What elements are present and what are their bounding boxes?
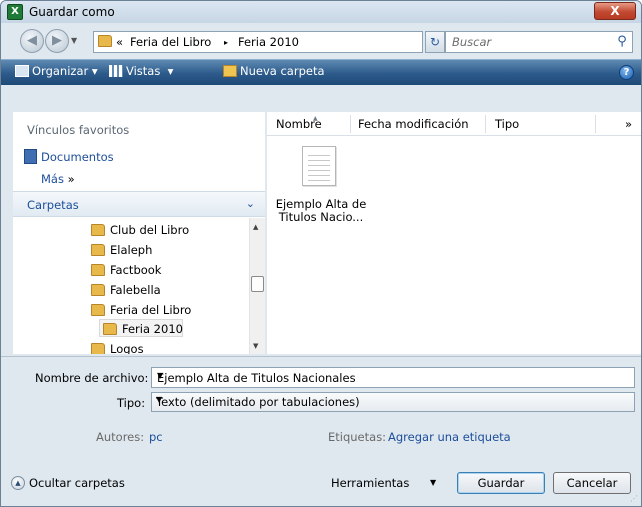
tree-item-label: Feria 2010	[122, 322, 183, 336]
address-bar[interactable]: « Feria del Libro ▸ Feria 2010 ▼	[93, 31, 498, 53]
folder-icon	[91, 224, 105, 236]
folders-header[interactable]: Carpetas ⌄	[13, 191, 265, 217]
command-toolbar: Organizar ▾ Vistas ▾ Nueva carpeta ?	[1, 59, 641, 85]
breadcrumb-item[interactable]: Feria del Libro	[130, 35, 211, 49]
folders-title: Carpetas	[27, 198, 79, 212]
close-button[interactable]: X	[594, 2, 636, 20]
organize-label: Organizar	[32, 64, 89, 78]
new-folder-button[interactable]: Nueva carpeta	[223, 64, 325, 78]
folder-tree: Club del Libro Elaleph Factbook Falebell…	[13, 218, 249, 354]
favorites-item-documents[interactable]: Documentos	[41, 150, 114, 164]
folder-icon	[91, 244, 105, 256]
chevron-down-icon[interactable]: ▼	[156, 395, 630, 404]
save-as-dialog: X Guardar como X ◀ ▶ ▼ « Feria del Libro…	[0, 0, 642, 507]
scroll-down-icon[interactable]: ▼	[253, 342, 258, 350]
file-item[interactable]: Ejemplo Alta de Titulos Nacio...	[271, 198, 371, 224]
favorites-title: Vínculos favoritos	[27, 123, 130, 137]
forward-button[interactable]: ▶	[45, 29, 69, 53]
address-row: ◀ ▶ ▼ « Feria del Libro ▸ Feria 2010 ▼ ↻…	[1, 23, 641, 59]
column-modified[interactable]: Fecha modificación	[358, 117, 469, 131]
resize-grip[interactable]: ⋰	[630, 494, 638, 503]
chevron-down-icon[interactable]: ⌄	[246, 197, 255, 210]
new-folder-icon	[223, 65, 237, 77]
organize-button[interactable]: Organizar ▾	[15, 64, 98, 78]
column-divider[interactable]	[350, 115, 351, 133]
title-bar: X Guardar como X	[1, 1, 641, 23]
window-title: Guardar como	[29, 5, 115, 19]
folder-icon	[98, 35, 112, 47]
folder-icon	[91, 343, 105, 354]
refresh-button[interactable]: ↻	[425, 31, 445, 53]
type-label: Tipo:	[117, 396, 146, 410]
favorites-more-link[interactable]: Más »	[41, 172, 75, 186]
favorites-more-suffix: »	[67, 172, 75, 186]
views-button[interactable]: Vistas ▾	[109, 64, 173, 78]
tools-menu[interactable]: Herramientas	[331, 476, 409, 490]
chevron-down-icon[interactable]: ▼	[430, 478, 436, 487]
breadcrumb-overflow[interactable]: «	[116, 35, 123, 49]
folder-icon	[91, 284, 105, 296]
favorites-more-label: Más	[41, 172, 64, 186]
column-headers: ▲ Nombre Fecha modificación Tipo »	[267, 112, 641, 136]
new-folder-label: Nueva carpeta	[240, 64, 325, 78]
folder-icon	[91, 304, 105, 316]
folder-icon	[103, 323, 117, 335]
breadcrumb-separator[interactable]: ▸	[224, 38, 228, 47]
save-button[interactable]: Guardar	[457, 472, 545, 494]
sort-arrow-icon: ▲	[313, 115, 318, 122]
scrollbar-thumb[interactable]	[251, 276, 264, 292]
tree-item-label: Elaleph	[110, 243, 153, 257]
tree-item-label: Factbook	[110, 263, 162, 277]
column-name[interactable]: ▲ Nombre	[276, 115, 322, 131]
help-icon[interactable]: ?	[619, 65, 634, 80]
tree-item-feria-2010[interactable]: Feria 2010	[99, 319, 183, 337]
column-divider[interactable]	[485, 115, 486, 133]
file-name-line2: Titulos Nacio...	[278, 210, 364, 224]
filename-field[interactable]: Ejemplo Alta de Titulos Nacionales ▼	[151, 367, 635, 388]
hide-folders-button[interactable]: Ocultar carpetas	[29, 476, 125, 490]
column-type[interactable]: Tipo	[495, 117, 519, 131]
tree-item-label: Logos	[110, 342, 144, 354]
documents-icon	[24, 149, 37, 164]
breadcrumb-item[interactable]: Feria 2010	[238, 35, 299, 49]
tree-item-label: Falebella	[110, 283, 161, 297]
file-type-select[interactable]: Texto (delimitado por tabulaciones) ▼	[151, 392, 635, 412]
tree-item-label: Club del Libro	[110, 223, 190, 237]
tags-field[interactable]: Agregar una etiqueta	[388, 430, 511, 444]
text-file-icon[interactable]	[302, 146, 336, 186]
cancel-button[interactable]: Cancelar	[553, 472, 631, 494]
authors-label: Autores:	[96, 430, 145, 444]
column-divider[interactable]	[595, 115, 596, 133]
filename-label: Nombre de archivo:	[35, 371, 149, 385]
back-button[interactable]: ◀	[20, 29, 44, 53]
collapse-icon[interactable]: ▲	[11, 476, 25, 490]
views-icon	[109, 65, 123, 77]
more-columns-icon[interactable]: »	[625, 117, 632, 131]
tags-label: Etiquetas:	[328, 430, 387, 444]
excel-icon: X	[7, 4, 23, 20]
folder-icon	[91, 264, 105, 276]
chevron-down-icon[interactable]: ▼	[157, 371, 630, 380]
organize-icon	[15, 65, 29, 77]
search-icon[interactable]: ⚲	[614, 34, 630, 50]
search-input[interactable]: Buscar ⚲	[445, 31, 633, 53]
authors-field[interactable]: pc	[149, 430, 163, 444]
views-label: Vistas	[126, 64, 161, 78]
search-placeholder: Buscar	[452, 35, 492, 49]
recent-pages-dropdown[interactable]: ▼	[71, 36, 77, 45]
tree-scrollbar[interactable]: ▲ ▼	[249, 218, 265, 354]
tree-item-label: Feria del Libro	[110, 303, 192, 317]
scroll-up-icon[interactable]: ▲	[253, 223, 258, 231]
